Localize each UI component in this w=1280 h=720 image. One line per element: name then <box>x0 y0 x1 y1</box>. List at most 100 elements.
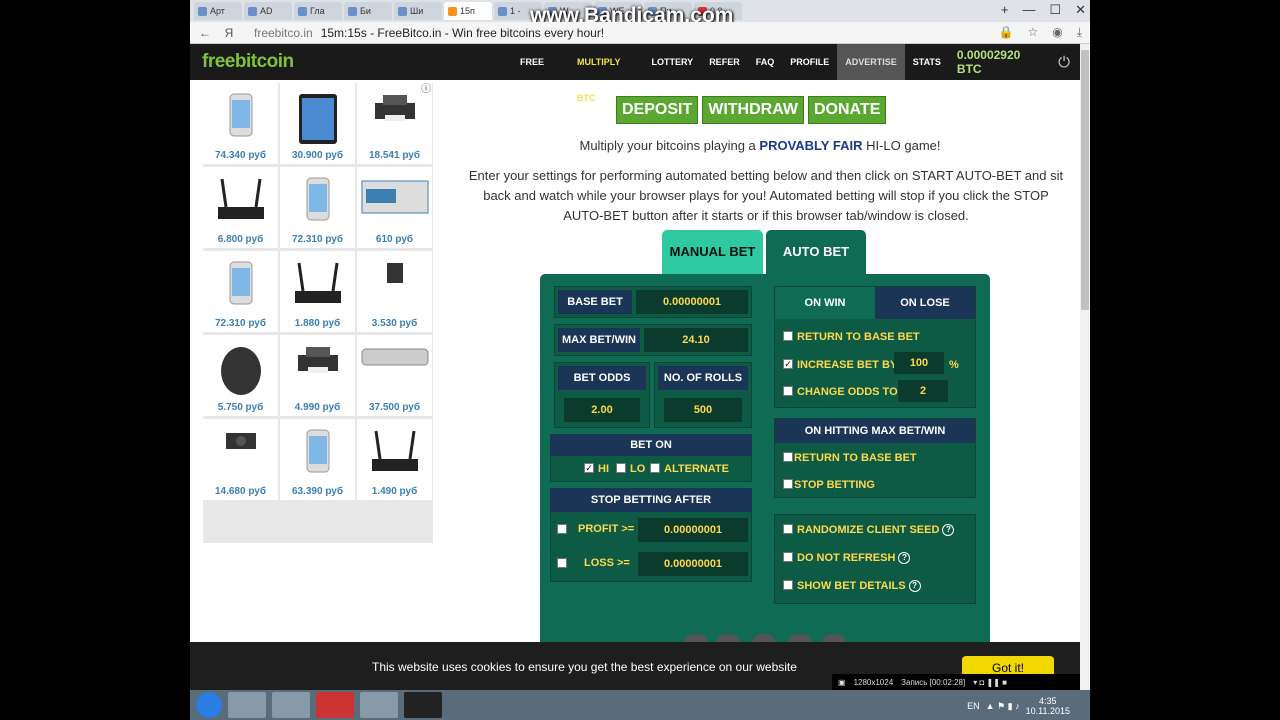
tab-manual-bet[interactable]: MANUAL BET <box>662 230 763 274</box>
max-return-label: RETURN TO BASE BET <box>794 452 917 464</box>
rolls-input[interactable]: 500 <box>664 398 742 422</box>
ad-item[interactable]: 18.541 руб <box>357 83 432 164</box>
randomize-checkbox[interactable] <box>783 524 793 534</box>
tab-auto-bet[interactable]: AUTO BET <box>766 230 866 274</box>
on-lose-tab[interactable]: ON LOSE <box>875 287 975 319</box>
ad-item[interactable]: 72.310 руб <box>280 167 355 248</box>
profit-checkbox[interactable] <box>557 524 567 534</box>
favicon-icon <box>198 6 207 16</box>
recorder-controls-icon[interactable]: ▾ ◘ ❚❚ ■ <box>973 678 1007 687</box>
alternate-checkbox[interactable] <box>650 463 660 473</box>
loss-checkbox[interactable] <box>557 558 567 568</box>
increase-bet-checkbox[interactable]: ✓ <box>783 359 793 369</box>
smartphone-icon <box>229 261 253 310</box>
ad-item[interactable]: 6.800 руб <box>203 167 278 248</box>
ad-item[interactable]: 30.900 руб <box>280 83 355 164</box>
ad-item[interactable]: 1.490 руб <box>357 419 432 500</box>
ad-grid: 74.340 руб 30.900 руб 18.541 руб 6.800 руб 7… <box>203 83 433 543</box>
help-icon[interactable]: ? <box>898 552 911 565</box>
auto-bet-panel: BASE BET 0.00000001 MAX BET/WIN 24.10 BE… <box>540 274 990 654</box>
browser-tab-active[interactable]: 15п <box>444 2 492 20</box>
protect-icon[interactable]: ◉ <box>1052 25 1062 40</box>
menu-stats[interactable]: STATS <box>905 44 949 80</box>
explorer-icon[interactable] <box>272 692 310 718</box>
browser-tab[interactable]: AD <box>244 2 292 20</box>
provably-fair-link[interactable]: PROVABLY FAIR <box>759 138 862 153</box>
menu-profile[interactable]: PROFILE <box>782 44 837 80</box>
ad-item[interactable]: 4.990 руб <box>280 335 355 416</box>
menu-advertise[interactable]: ADVERTISE <box>837 44 905 80</box>
on-win-tab[interactable]: ON WIN <box>775 287 875 319</box>
media-player-icon[interactable] <box>228 692 266 718</box>
address-host[interactable]: freebitco.in <box>254 26 313 40</box>
new-tab-icon[interactable]: + <box>1001 2 1009 18</box>
ad-price: 5.750 руб <box>217 402 264 413</box>
clock[interactable]: 4:35 10.11.2015 <box>1026 696 1070 716</box>
yandex-browser-icon[interactable] <box>316 692 354 718</box>
yandex-button[interactable]: Я <box>220 26 238 40</box>
page-scrollbar[interactable] <box>1080 44 1090 690</box>
bet-odds-input[interactable]: 2.00 <box>564 398 640 422</box>
ad-item[interactable]: 37.500 руб <box>357 335 432 416</box>
site-logo[interactable]: freebitcoin <box>202 51 294 73</box>
toner-icon <box>360 177 430 222</box>
help-icon[interactable]: ? <box>908 580 921 593</box>
browser-tab[interactable]: Гла <box>294 2 342 20</box>
browser-tab[interactable]: Арт <box>194 2 242 20</box>
ad-item[interactable]: 3.530 руб <box>357 251 432 332</box>
tray-icons[interactable]: ▲ ⚑ ▮ ♪ <box>986 701 1020 712</box>
back-button[interactable]: ← <box>196 26 214 40</box>
start-button[interactable] <box>196 692 222 718</box>
menu-lottery[interactable]: LOTTERY <box>644 44 702 80</box>
deposit-button[interactable]: DEPOSIT <box>616 96 699 124</box>
ad-item[interactable]: 5.750 руб <box>203 335 278 416</box>
profit-input[interactable]: 0.00000001 <box>638 518 748 542</box>
language-indicator[interactable]: EN <box>967 701 980 711</box>
menu-faq[interactable]: FAQ <box>748 44 783 80</box>
return-base-checkbox[interactable] <box>783 331 793 341</box>
no-refresh-checkbox[interactable] <box>783 552 793 562</box>
ad-item[interactable]: 72.310 руб <box>203 251 278 332</box>
menu-refer[interactable]: REFER <box>701 44 748 80</box>
loss-label: LOSS >= <box>584 557 630 569</box>
hi-label: HI <box>598 463 609 475</box>
change-odds-input[interactable]: 2 <box>898 380 948 402</box>
scrollbar-thumb[interactable] <box>1081 50 1089 310</box>
ad-price: 1.880 руб <box>294 318 341 329</box>
star-icon[interactable]: ☆ <box>1027 25 1038 40</box>
show-details-checkbox[interactable] <box>783 580 793 590</box>
menu-free-btc[interactable]: FREE BTC <box>512 44 569 103</box>
browser-tab[interactable]: Би <box>344 2 392 20</box>
withdraw-button[interactable]: WITHDRAW <box>702 96 804 124</box>
hi-checkbox[interactable]: ✓ <box>584 463 594 473</box>
loss-input[interactable]: 0.00000001 <box>638 552 748 576</box>
close-icon[interactable]: ✕ <box>1075 2 1086 18</box>
randomize-label: RANDOMIZE CLIENT SEED <box>797 524 940 536</box>
address-page-title[interactable]: 15m:15s - FreeBitco.in - Win free bitcoi… <box>321 26 604 40</box>
max-stop-checkbox[interactable] <box>783 479 793 489</box>
ad-item[interactable]: 610 руб <box>357 167 432 248</box>
menu-multiply-btc[interactable]: MULTIPLY BTC <box>569 44 644 103</box>
max-return-checkbox[interactable] <box>783 452 793 462</box>
ad-info-icon[interactable]: ⓘ <box>421 80 431 95</box>
lo-checkbox[interactable] <box>616 463 626 473</box>
donate-button[interactable]: DONATE <box>808 96 887 124</box>
minimize-icon[interactable]: — <box>1022 2 1035 18</box>
maximize-icon[interactable]: ☐ <box>1049 2 1061 18</box>
increase-bet-label: INCREASE BET BY <box>797 359 898 371</box>
base-bet-input[interactable]: 0.00000001 <box>636 290 748 314</box>
ad-item[interactable]: 74.340 руб <box>203 83 278 164</box>
download-icon[interactable]: ⤓ <box>1077 25 1082 40</box>
change-odds-checkbox[interactable] <box>783 386 793 396</box>
max-bet-input[interactable]: 24.10 <box>644 328 748 352</box>
paint-icon[interactable] <box>360 692 398 718</box>
ad-item[interactable]: 63.390 руб <box>280 419 355 500</box>
ad-price: 72.310 руб <box>291 234 344 245</box>
browser-tab[interactable]: Ши <box>394 2 442 20</box>
ad-item[interactable]: 14.680 руб <box>203 419 278 500</box>
help-icon[interactable]: ? <box>942 524 955 537</box>
bandicam-icon[interactable] <box>404 692 442 718</box>
power-icon[interactable]: ⏻ <box>1048 54 1080 71</box>
increase-bet-input[interactable]: 100 <box>894 352 944 374</box>
ad-item[interactable]: 1.880 руб <box>280 251 355 332</box>
